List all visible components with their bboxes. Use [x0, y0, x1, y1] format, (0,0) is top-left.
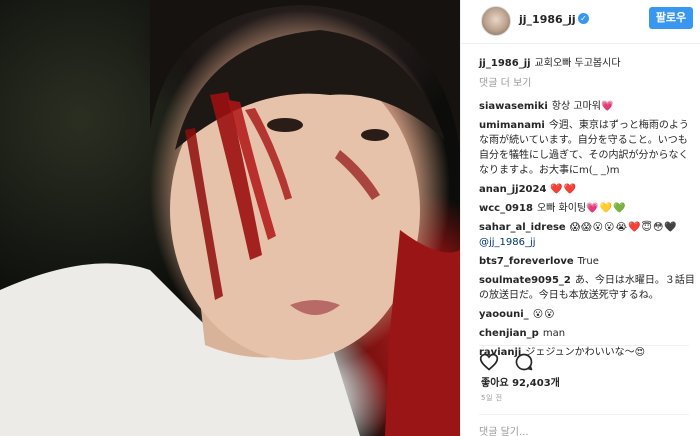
comment-item: yaoouni_ 😮😮 [479, 307, 697, 322]
comment-username[interactable]: bts7_foreverlove [479, 256, 574, 267]
post-header: jj_1986_jj ✓ 팔로우 [461, 0, 700, 44]
load-more-comments[interactable]: 댓글 더 보기 [479, 76, 697, 91]
comments-list: jj_1986_jj 교회오빠 두고봅시다 댓글 더 보기 siawasemiki… [479, 56, 697, 364]
header-username[interactable]: jj_1986_jj [519, 13, 576, 26]
comment-emoji: 💗💛💚 [586, 203, 627, 214]
post-timestamp: 5일 전 [481, 394, 503, 402]
comment-item: umimanami 今週、東京はずっと梅雨のような雨が続いています。自分を守ること… [479, 118, 697, 178]
comment-username[interactable]: soulmate9095_2 [479, 275, 571, 286]
comment-emoji: 💗 [600, 101, 615, 112]
avatar[interactable] [481, 6, 511, 36]
comment-username[interactable]: anan_jj2024 [479, 184, 546, 195]
comment-item: sahar_al_idrese 😱😱😮😮😭❤️😇😳🖤 @jj_1986_jj [479, 220, 697, 250]
comment-mention[interactable]: @jj_1986_jj [479, 237, 536, 248]
comment-username[interactable]: wcc_0918 [479, 203, 533, 214]
comment-bubble-icon[interactable] [514, 352, 534, 372]
likes-count[interactable]: 좋아요 92,403개 [481, 374, 560, 389]
comment-username[interactable]: chenjian_p [479, 328, 539, 339]
comment-item: soulmate9095_2 あ、今日は水曜日。３話目の放送日だ。今日も本放送死守… [479, 273, 697, 303]
comment-username[interactable]: umimanami [479, 120, 545, 131]
verified-badge-icon: ✓ [578, 13, 589, 24]
post-actions [479, 345, 689, 371]
heart-icon[interactable] [479, 352, 499, 372]
photo-illustration [0, 0, 460, 436]
comment-text: man [542, 328, 566, 339]
post-details-panel: jj_1986_jj ✓ 팔로우 jj_1986_jj 교회오빠 두고봅시다 댓글… [460, 0, 700, 436]
comment-text: 항상 고마워 [551, 101, 601, 112]
comment-emoji: 😱😱😮😮😭❤️😇😳🖤 [569, 222, 678, 233]
comment-item: bts7_foreverlove True [479, 254, 697, 269]
comment-emoji: 😮😮 [532, 309, 556, 320]
follow-button[interactable]: 팔로우 [649, 7, 693, 29]
comment-item: chenjian_p man [479, 326, 697, 341]
post-caption: jj_1986_jj 교회오빠 두고봅시다 [479, 56, 697, 71]
caption-text: 교회오빠 두고봅시다 [534, 58, 621, 69]
comment-username[interactable]: siawasemiki [479, 101, 548, 112]
comment-item: anan_jj2024 ❤️❤️ [479, 182, 697, 197]
comment-text: True [577, 256, 599, 267]
comment-username[interactable]: sahar_al_idrese [479, 222, 566, 233]
post-photo[interactable] [0, 0, 460, 436]
comment-emoji: ❤️❤️ [550, 184, 578, 195]
comment-item: siawasemiki 항상 고마워💗 [479, 99, 697, 114]
comment-text: 오빠 화이팅 [536, 203, 587, 214]
comment-username[interactable]: yaoouni_ [479, 309, 529, 320]
caption-username[interactable]: jj_1986_jj [479, 58, 531, 69]
comment-item: wcc_0918 오빠 화이팅💗💛💚 [479, 201, 697, 216]
add-comment-input[interactable]: 댓글 달기... [479, 414, 689, 436]
